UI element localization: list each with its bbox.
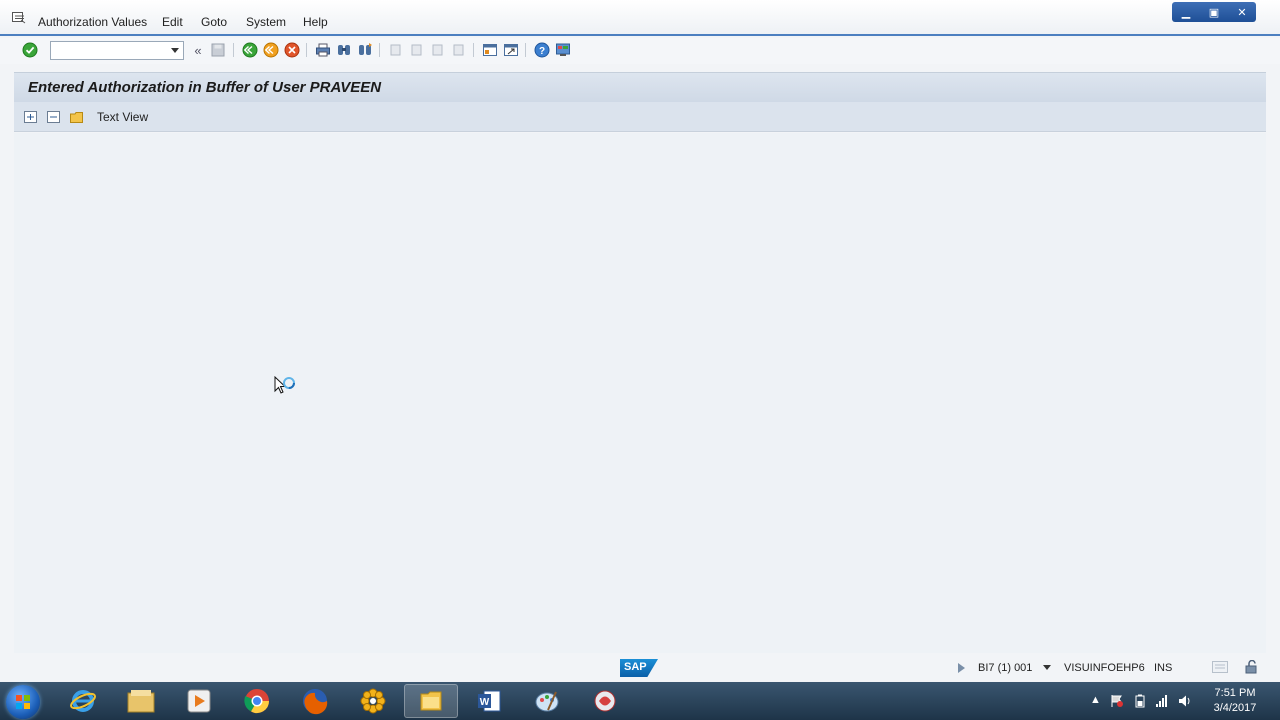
find-icon[interactable] [336,42,352,58]
busy-cursor-icon [274,376,295,394]
show-hidden-icons-icon[interactable]: ▲ [1090,694,1101,706]
media-player-icon[interactable] [172,684,226,718]
svg-text:?: ? [539,46,545,57]
save-icon[interactable] [210,42,226,58]
system-clock[interactable]: 7:51 PM 3/4/2017 [1206,686,1264,716]
print-icon[interactable] [315,42,331,58]
window-controls: ▁ ▣ ✕ [1172,2,1256,22]
page-title: Entered Authorization in Buffer of User … [28,79,382,96]
paint-icon[interactable] [520,684,574,718]
system-info: BI7 (1) 001 [978,662,1033,674]
find-next-icon[interactable] [357,42,373,58]
back-arrows-icon[interactable]: « [190,42,206,58]
screen-title-bar: Entered Authorization in Buffer of User … [14,72,1266,102]
chrome-icon[interactable] [230,684,284,718]
back-icon[interactable] [242,42,258,58]
firefox-icon[interactable] [288,684,342,718]
internet-explorer-icon[interactable] [56,684,110,718]
exit-icon[interactable] [263,42,279,58]
sap-logo: SAP [620,659,658,677]
menu-authorization-values[interactable]: Authorization Values [38,15,147,29]
play-icon[interactable] [958,663,965,673]
first-page-icon[interactable] [388,42,404,58]
collapse-all-icon[interactable] [47,111,60,123]
word-icon[interactable]: W [462,684,516,718]
command-field[interactable] [50,41,184,60]
sap-logon-icon[interactable] [346,684,400,718]
svg-text:W: W [480,697,490,708]
windows-logo-icon [16,695,30,709]
system-menu-icon[interactable] [12,12,26,24]
application-toolbar: Text View [14,102,1266,132]
last-page-icon[interactable] [451,42,467,58]
chevron-down-icon[interactable] [171,48,179,53]
insert-mode[interactable]: INS [1154,662,1172,674]
status-bar: SAP BI7 (1) 001 VISUINFOEHP6 INS [0,654,1280,682]
expand-all-icon[interactable] [24,111,37,123]
minimize-button[interactable]: ▁ [1177,6,1195,19]
content-area [14,133,1266,653]
menu-edit[interactable]: Edit [162,15,183,29]
server-name: VISUINFOEHP6 [1064,662,1145,674]
enter-icon[interactable] [22,42,38,58]
customize-layout-icon[interactable] [555,42,571,58]
text-view-button[interactable]: Text View [97,110,148,124]
previous-page-icon[interactable] [409,42,425,58]
volume-icon[interactable] [1178,694,1192,708]
status-layout-icon[interactable] [1212,661,1228,673]
sap-gui-icon[interactable] [578,684,632,718]
lock-icon[interactable] [1244,660,1260,674]
chevron-down-icon[interactable] [1043,665,1051,670]
shortcut-icon[interactable] [503,42,519,58]
restore-button[interactable]: ▣ [1205,6,1223,19]
create-session-icon[interactable] [482,42,498,58]
clock-date: 3/4/2017 [1213,702,1257,714]
menu-help[interactable]: Help [303,15,328,29]
folder-icon[interactable] [70,111,83,123]
menu-system[interactable]: System [246,15,286,29]
folder-app-icon[interactable] [404,684,458,718]
help-icon[interactable]: ? [534,42,550,58]
network-icon[interactable] [1155,694,1169,708]
windows-taskbar: W ▲ 7:51 PM 3/4/2017 [0,682,1280,720]
close-button[interactable]: ✕ [1233,6,1251,19]
file-explorer-icon[interactable] [114,684,168,718]
action-center-flag-icon[interactable] [1110,694,1124,708]
clock-time: 7:51 PM [1214,687,1256,699]
battery-icon[interactable] [1134,694,1146,708]
cancel-icon[interactable] [284,42,300,58]
next-page-icon[interactable] [430,42,446,58]
menu-bar: Authorization Values Edit Goto System He… [0,0,1280,36]
menu-goto[interactable]: Goto [201,15,227,29]
start-button[interactable] [6,685,40,719]
